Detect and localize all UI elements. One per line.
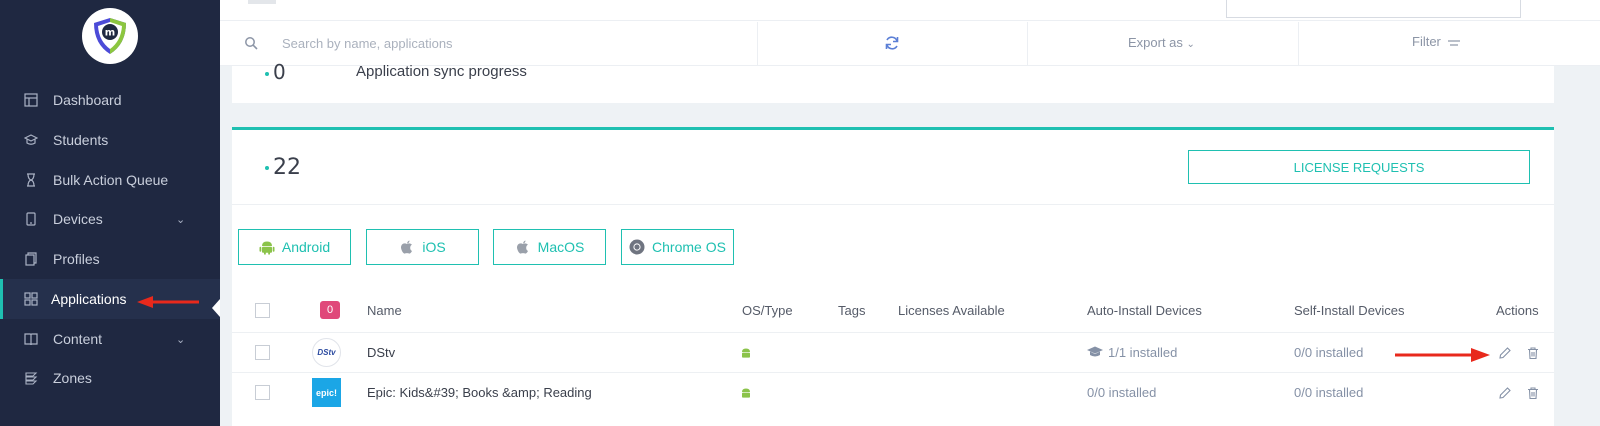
zones-icon — [24, 371, 38, 385]
row-checkbox[interactable] — [255, 345, 270, 360]
bullet-dot — [265, 166, 269, 170]
annotation-arrow-left — [137, 296, 199, 308]
sidebar-item-label: Applications — [51, 291, 127, 307]
applications-total-value: 22 — [273, 155, 301, 180]
apple-icon — [515, 239, 531, 255]
toolbar-divider — [1298, 22, 1299, 66]
delete-icon[interactable] — [1526, 386, 1540, 400]
sync-count-value: 0 — [273, 60, 286, 84]
sidebar-item-profiles[interactable]: Profiles — [0, 239, 220, 279]
chevron-down-icon: ⌄ — [176, 213, 186, 226]
selected-count-badge: 0 — [320, 301, 340, 319]
android-icon — [742, 388, 750, 398]
os-filter-macos[interactable]: MacOS — [493, 229, 606, 265]
sidebar-item-label: Devices — [53, 211, 103, 227]
toolbar-divider — [757, 22, 758, 66]
column-header-licenses[interactable]: Licenses Available — [898, 303, 1005, 318]
row-divider — [232, 332, 1554, 333]
android-icon — [742, 348, 750, 358]
brand-logo-icon: m — [94, 18, 126, 54]
sync-count: 0 — [265, 60, 286, 84]
filter-icon — [1447, 39, 1460, 46]
applications-icon — [24, 292, 38, 306]
app-name[interactable]: DStv — [367, 345, 395, 360]
sync-label: Application sync progress — [356, 63, 527, 80]
sidebar-item-students[interactable]: Students — [0, 120, 220, 160]
app-icon: DStv — [312, 338, 341, 367]
sidebar-item-devices[interactable]: Devices ⌄ — [0, 199, 220, 239]
self-install-status[interactable]: 0/0 installed — [1294, 385, 1363, 400]
os-filter-label: Android — [281, 239, 331, 255]
column-header-tags[interactable]: Tags — [838, 303, 865, 318]
column-header-actions: Actions — [1496, 303, 1539, 318]
license-requests-button[interactable]: LICENSE REQUESTS — [1188, 150, 1530, 184]
column-header-self-install[interactable]: Self-Install Devices — [1294, 303, 1405, 318]
applications-total: 22 — [265, 155, 301, 180]
chevron-down-icon: ⌄ — [1186, 39, 1195, 50]
self-install-status[interactable]: 0/0 installed — [1294, 345, 1363, 360]
divider — [232, 204, 1554, 205]
bullet-dot — [265, 71, 269, 76]
os-filter-label: Chrome OS — [652, 239, 726, 255]
row-checkbox[interactable] — [255, 385, 270, 400]
toolbar-divider — [1027, 22, 1028, 66]
book-icon — [24, 332, 38, 346]
sidebar-item-label: Zones — [53, 370, 92, 386]
filter-button[interactable]: Filter — [1412, 34, 1460, 49]
edit-icon[interactable] — [1498, 386, 1512, 400]
apple-icon — [399, 239, 415, 255]
chrome-icon — [629, 239, 645, 255]
sidebar-item-label: Students — [53, 132, 109, 148]
auto-install-status[interactable]: 1/1 installed — [1108, 345, 1177, 360]
refresh-icon[interactable] — [884, 35, 900, 51]
android-icon — [259, 239, 275, 255]
row-divider — [232, 372, 1554, 373]
sidebar-item-label: Dashboard — [53, 92, 122, 108]
device-icon — [24, 212, 38, 226]
edit-icon[interactable] — [1498, 346, 1512, 360]
filter-label: Filter — [1412, 34, 1441, 49]
sidebar: m Dashboard Students Bulk Action Queue D… — [0, 0, 220, 426]
search-icon — [245, 37, 258, 50]
sidebar-item-bulk-action-queue[interactable]: Bulk Action Queue — [0, 160, 220, 200]
app-icon: epic! — [312, 378, 341, 407]
students-icon — [24, 133, 38, 147]
os-filter-android[interactable]: Android — [238, 229, 351, 265]
os-filter-chrome-os[interactable]: Chrome OS — [621, 229, 734, 265]
select-all-checkbox[interactable] — [255, 303, 270, 318]
annotation-arrow-right — [1395, 348, 1490, 362]
sidebar-item-label: Profiles — [53, 251, 100, 267]
chevron-down-icon: ⌄ — [176, 333, 186, 346]
export-label: Export as — [1128, 35, 1183, 50]
profiles-icon — [24, 252, 38, 266]
column-header-os-type[interactable]: OS/Type — [742, 303, 793, 318]
dashboard-icon — [24, 93, 38, 107]
graduation-cap-icon — [1087, 346, 1103, 357]
os-filter-label: iOS — [422, 239, 446, 255]
os-filter-ios[interactable]: iOS — [366, 229, 479, 265]
delete-icon[interactable] — [1526, 346, 1540, 360]
hourglass-icon — [24, 173, 38, 187]
sidebar-item-zones[interactable]: Zones — [0, 358, 220, 398]
sidebar-item-dashboard[interactable]: Dashboard — [0, 80, 220, 120]
export-button[interactable]: Export as ⌄ — [1128, 35, 1195, 50]
sidebar-item-label: Content — [53, 331, 103, 347]
os-filter-label: MacOS — [537, 239, 585, 255]
sidebar-item-content[interactable]: Content ⌄ — [0, 319, 220, 359]
app-logo[interactable]: m — [82, 8, 138, 64]
header-placeholder — [248, 0, 276, 4]
app-name[interactable]: Epic: Kids&#39; Books &amp; Reading — [367, 385, 592, 400]
column-header-name[interactable]: Name — [367, 303, 402, 318]
sidebar-item-label: Bulk Action Queue — [53, 172, 169, 188]
auto-install-status[interactable]: 0/0 installed — [1087, 385, 1156, 400]
svg-text:m: m — [105, 28, 115, 39]
column-header-auto-install[interactable]: Auto-Install Devices — [1087, 303, 1202, 318]
header-user-box[interactable] — [1226, 0, 1521, 18]
active-indicator — [212, 299, 220, 317]
search-input[interactable] — [282, 32, 742, 54]
